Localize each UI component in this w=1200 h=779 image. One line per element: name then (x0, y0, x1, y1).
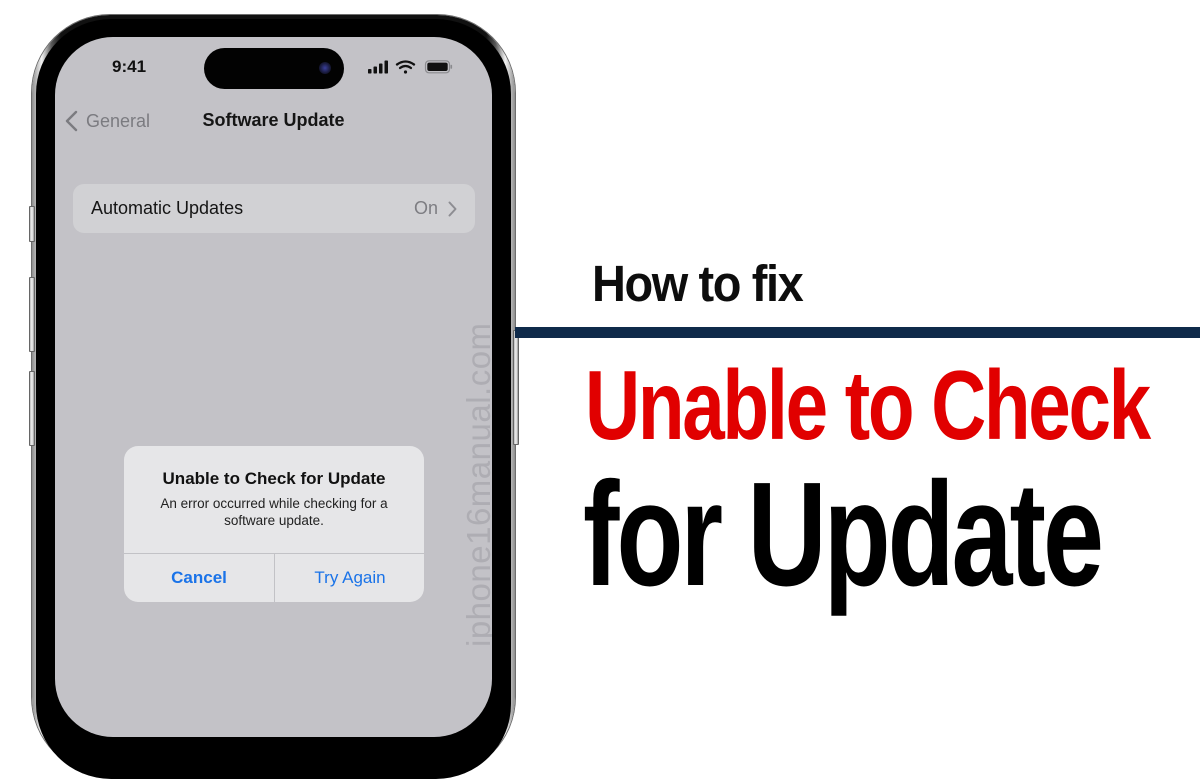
volume-down-button (29, 371, 35, 446)
cancel-button[interactable]: Cancel (124, 554, 274, 602)
headline-line-2: for Update (583, 452, 1104, 617)
headline-line-1: Unable to Check (585, 350, 1151, 460)
battery-icon (424, 60, 453, 74)
wifi-icon (395, 60, 416, 74)
alert-title: Unable to Check for Update (162, 469, 386, 488)
watermark: iphone16manual.com (460, 322, 492, 647)
alert-dialog: Unable to Check for Update An error occu… (124, 446, 424, 602)
row-label: Automatic Updates (91, 198, 244, 218)
divider-bar (515, 327, 1200, 338)
power-button (513, 330, 519, 445)
status-time: 9:41 (112, 57, 147, 76)
page-title-text: Software Update (202, 110, 345, 130)
status-icons (368, 60, 468, 74)
row-value-group: On (414, 198, 457, 219)
chevron-right-icon (448, 201, 457, 216)
front-camera-icon (319, 62, 331, 74)
phone-screen: 9:41 General Software Update Automatic U… (55, 37, 492, 737)
row-value: On (413, 198, 438, 218)
page-title: Software Update (55, 110, 492, 131)
settings-row-automatic-updates[interactable]: Automatic Updates On (73, 184, 475, 233)
action-button (29, 206, 35, 242)
alert-message: An error occurred while checking for a s… (160, 496, 388, 528)
intro-heading: How to fix (592, 255, 804, 312)
cellular-signal-icon (368, 60, 388, 74)
dynamic-island (204, 48, 344, 89)
volume-up-button (29, 277, 35, 352)
try-again-button[interactable]: Try Again (275, 554, 424, 602)
